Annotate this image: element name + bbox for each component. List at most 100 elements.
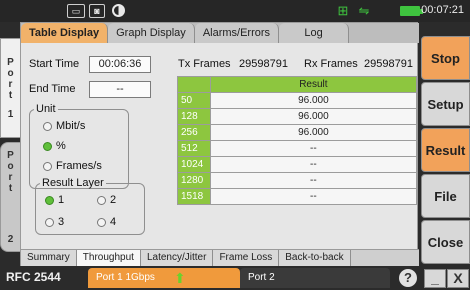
tx-frames-label: Tx Frames [178,58,231,70]
port-2-char: P [7,149,14,161]
start-time-label: Start Time [29,58,80,70]
port-1-tab[interactable]: P o r t 1 [0,38,20,138]
end-time-value: -- [89,81,151,98]
link-up-arrow-icon: ⬆ [174,270,186,286]
tab-alarms-errors[interactable]: Alarms/Errors [194,23,280,43]
frame-size-cell: 1280 [177,172,211,189]
setup-button[interactable]: Setup [421,82,470,126]
port-2-char: r [8,171,13,183]
table-corner [177,76,211,93]
layer-option-label: 1 [58,194,65,206]
rx-frames-label: Rx Frames [304,58,358,70]
table-row[interactable]: 1024 -- [177,156,418,173]
end-time-label: End Time [29,83,76,95]
port-2-char: o [7,160,14,172]
radio-dot-selected-icon [43,141,52,151]
port-1-char: r [8,78,13,90]
tab-log[interactable]: Log [279,23,350,43]
layer-option-label: 3 [58,216,65,228]
port-2-button[interactable]: Port 2 [240,268,390,288]
battery-icon [400,6,423,16]
tab-latency-jitter[interactable]: Latency/Jitter [140,250,214,266]
layer-option-label: 4 [110,216,117,228]
help-icon[interactable]: ? [399,269,417,287]
keyboard-icon[interactable]: ▭ [67,4,85,18]
table-row[interactable]: 128 96.000 [177,108,418,125]
file-button[interactable]: File [421,174,470,218]
port-2-char: 2 [7,233,14,245]
radio-dot-selected-icon [45,195,54,205]
unit-option-label: Frames/s [56,160,102,172]
tab-graph-display[interactable]: Graph Display [108,23,195,43]
unit-radio-mbits[interactable]: Mbit/s [43,120,85,132]
tab-frame-loss[interactable]: Frame Loss [213,250,280,266]
result-layer-legend: Result Layer [42,177,104,189]
frame-size-cell: 1518 [177,188,211,205]
layer-radio-3[interactable]: 3 [45,216,64,228]
close-button[interactable]: Close [421,220,470,264]
table-row[interactable]: 1518 -- [177,188,418,205]
port-1-button[interactable]: Port 1 1Gbps ⬆ [88,268,240,288]
port-1-char: t [8,89,13,101]
start-time-value: 00:06:36 [89,56,151,73]
result-cell: -- [209,172,418,189]
footer-bar: RFC 2544 Port 1 1Gbps ⬆ Port 2 ? _ X [0,266,470,290]
layer-option-label: 2 [110,194,117,206]
close-window-button[interactable]: X [447,269,469,288]
tab-back-to-back[interactable]: Back-to-back [279,250,351,266]
test-name: RFC 2544 [6,270,61,284]
port-2-tab[interactable]: P o r t 2 [0,142,20,252]
radio-dot-icon [43,121,52,131]
display-tabs: Table Display Graph Display Alarms/Error… [21,23,419,43]
port-1-char: 1 [7,108,14,120]
result-table: Result 50 96.000 128 96.000 256 96.000 5… [177,76,418,205]
frame-size-cell: 512 [177,140,211,157]
tab-table-display[interactable]: Table Display [21,23,109,43]
result-cell: 96.000 [209,92,418,109]
frame-size-cell: 256 [177,124,211,141]
result-button[interactable]: Result [421,128,470,172]
tx-frames-value: 29598791 [239,58,288,70]
frame-size-cell: 1024 [177,156,211,173]
result-cell: 96.000 [209,124,418,141]
unit-legend: Unit [36,103,56,115]
screenshot-icon[interactable]: ◙ [89,4,105,18]
test-tabs: Summary Throughput Latency/Jitter Frame … [21,249,419,266]
layer-radio-2[interactable]: 2 [97,194,116,206]
contrast-icon[interactable] [112,4,125,17]
layer-radio-4[interactable]: 4 [97,216,116,228]
unit-option-label: Mbit/s [56,120,86,132]
radio-dot-icon [43,161,52,171]
rx-frames-value: 29598791 [364,58,413,70]
tab-summary[interactable]: Summary [21,250,77,266]
status-bar: ▭ ◙ ⊞ ⇋ 00:07:21 [0,0,470,22]
table-row[interactable]: 256 96.000 [177,124,418,141]
result-cell: -- [209,188,418,205]
table-header-result: Result [209,76,418,93]
unit-option-label: % [56,140,66,152]
table-header-row: Result [177,76,418,93]
frame-size-cell: 50 [177,92,211,109]
unit-radio-frames[interactable]: Frames/s [43,160,102,172]
result-cell: -- [209,156,418,173]
port-1-char: P [7,56,14,68]
layer-radio-1[interactable]: 1 [45,194,64,206]
result-cell: 96.000 [209,108,418,125]
stop-button[interactable]: Stop [421,36,470,80]
radio-dot-icon [97,217,106,227]
radio-dot-icon [45,217,54,227]
result-cell: -- [209,140,418,157]
usb-icon: ⇋ [358,3,370,18]
clock: 00:07:21 [421,4,464,16]
minimize-button[interactable]: _ [424,269,446,288]
tab-throughput[interactable]: Throughput [76,250,141,266]
table-row[interactable]: 1280 -- [177,172,418,189]
table-row[interactable]: 512 -- [177,140,418,157]
port-2-char: t [8,182,13,194]
port-1-char: o [7,67,14,79]
frame-size-cell: 128 [177,108,211,125]
unit-radio-percent[interactable]: % [43,140,66,152]
lan-icon: ⊞ [337,3,349,18]
table-row[interactable]: 50 96.000 [177,92,418,109]
radio-dot-icon [97,195,106,205]
